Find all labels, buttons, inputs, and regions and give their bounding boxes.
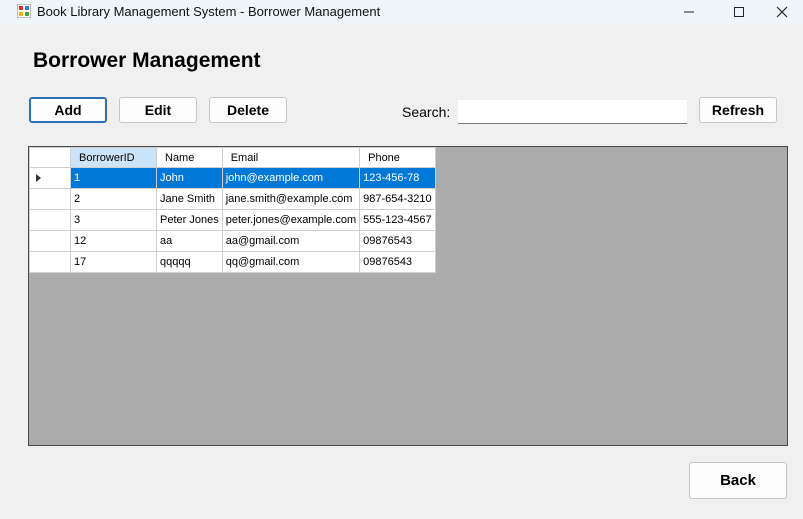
row-header[interactable]	[29, 209, 71, 231]
delete-button[interactable]: Delete	[209, 97, 287, 123]
current-row-arrow-icon	[36, 174, 41, 182]
edit-button[interactable]: Edit	[119, 97, 197, 123]
row-header[interactable]	[29, 167, 71, 189]
row-header[interactable]	[29, 251, 71, 273]
cell-name[interactable]: qqqqq	[156, 251, 223, 273]
table-row[interactable]: 3 Peter Jones peter.jones@example.com 55…	[29, 209, 436, 231]
title-bar: Book Library Management System - Borrowe…	[0, 0, 803, 24]
table-header-row: BorrowerID Name Email Phone	[29, 147, 436, 168]
borrower-table: BorrowerID Name Email Phone 1 John john@…	[29, 147, 436, 273]
table-row[interactable]: 17 qqqqq qq@gmail.com 09876543	[29, 251, 436, 273]
cell-borrowerid[interactable]: 3	[70, 209, 157, 231]
cell-phone[interactable]: 123-456-78	[359, 167, 436, 189]
app-icon	[16, 3, 32, 19]
cell-phone[interactable]: 09876543	[359, 230, 436, 252]
minimize-icon	[684, 11, 694, 13]
column-header-name[interactable]: Name	[156, 147, 223, 168]
minimize-button[interactable]	[669, 0, 709, 24]
row-header[interactable]	[29, 188, 71, 210]
cell-email[interactable]: peter.jones@example.com	[221, 209, 361, 231]
cell-phone[interactable]: 09876543	[359, 251, 436, 273]
cell-name[interactable]: aa	[156, 230, 223, 252]
grid-corner-cell[interactable]	[29, 147, 71, 168]
cell-email[interactable]: john@example.com	[221, 167, 361, 189]
cell-borrowerid[interactable]: 2	[70, 188, 157, 210]
cell-name[interactable]: John	[156, 167, 223, 189]
column-header-borrowerid[interactable]: BorrowerID	[70, 147, 157, 168]
table-row[interactable]: 2 Jane Smith jane.smith@example.com 987-…	[29, 188, 436, 210]
cell-borrowerid[interactable]: 12	[70, 230, 157, 252]
close-button[interactable]	[762, 0, 802, 24]
page-title: Borrower Management	[33, 49, 261, 72]
window-title: Book Library Management System - Borrowe…	[37, 4, 381, 19]
maximize-button[interactable]	[719, 0, 759, 24]
column-header-email[interactable]: Email	[221, 147, 361, 168]
back-button[interactable]: Back	[689, 462, 787, 499]
cell-email[interactable]: jane.smith@example.com	[221, 188, 361, 210]
add-button[interactable]: Add	[29, 97, 107, 123]
search-input[interactable]	[458, 100, 687, 124]
close-icon	[776, 6, 788, 18]
cell-borrowerid[interactable]: 1	[70, 167, 157, 189]
cell-email[interactable]: aa@gmail.com	[221, 230, 361, 252]
cell-email[interactable]: qq@gmail.com	[221, 251, 361, 273]
column-header-phone[interactable]: Phone	[359, 147, 436, 168]
cell-phone[interactable]: 987-654-3210	[359, 188, 436, 210]
cell-borrowerid[interactable]: 17	[70, 251, 157, 273]
maximize-icon	[734, 7, 744, 17]
cell-phone[interactable]: 555-123-4567	[359, 209, 436, 231]
table-row[interactable]: 12 aa aa@gmail.com 09876543	[29, 230, 436, 252]
row-header[interactable]	[29, 230, 71, 252]
table-row[interactable]: 1 John john@example.com 123-456-78	[29, 167, 436, 189]
refresh-button[interactable]: Refresh	[699, 97, 777, 123]
borrower-grid[interactable]: BorrowerID Name Email Phone 1 John john@…	[28, 146, 788, 446]
cell-name[interactable]: Peter Jones	[156, 209, 223, 231]
cell-name[interactable]: Jane Smith	[156, 188, 223, 210]
search-label: Search:	[402, 104, 451, 120]
